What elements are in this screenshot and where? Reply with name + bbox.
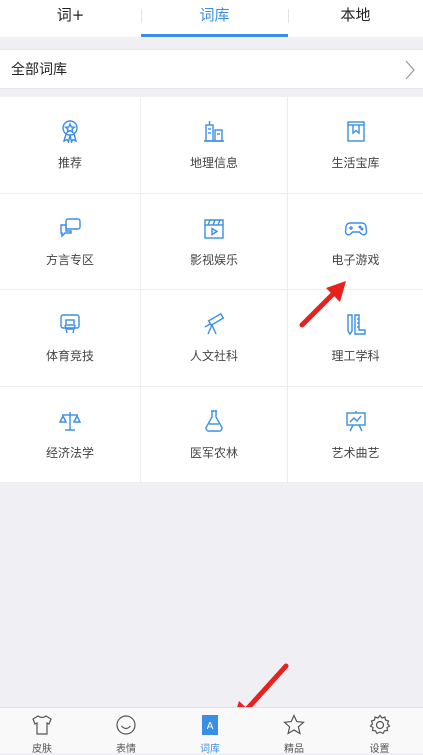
- category-grid: 推荐 地理信息 生活宝库 方言专区 影视娱乐 电子游戏 体育竞技 人文社科 理工…: [0, 97, 423, 483]
- all-dictionaries-label: 全部词库: [11, 62, 67, 78]
- tab-separator: [141, 9, 142, 23]
- category-economics-law[interactable]: 经济法学: [0, 386, 141, 483]
- gear-icon: [369, 714, 390, 735]
- bottom-tab-ciku[interactable]: A 词库: [168, 708, 252, 755]
- tab-ci-plus[interactable]: 词+: [0, 0, 141, 37]
- buildings-icon: [204, 121, 224, 142]
- category-label: 体育竞技: [45, 349, 94, 363]
- dictionary-icon: A: [202, 715, 218, 735]
- category-label: 艺术曲艺: [331, 445, 380, 460]
- category-sports[interactable]: 体育竞技: [0, 290, 141, 387]
- telescope-icon: [204, 312, 225, 335]
- category-label: 医军农林: [189, 445, 238, 460]
- bottom-tab-skin[interactable]: 皮肤: [0, 708, 84, 755]
- red-arrow-annotation: [299, 281, 346, 328]
- category-film[interactable]: 影视娱乐: [141, 193, 288, 290]
- category-label: 推荐: [57, 156, 82, 170]
- category-humanities[interactable]: 人文社科: [141, 290, 288, 387]
- speech-bubbles-icon: [60, 217, 81, 238]
- category-life[interactable]: 生活宝库: [288, 97, 423, 194]
- scales-icon: [58, 411, 82, 431]
- smiley-icon: [116, 715, 136, 735]
- category-label: 电子游戏: [331, 252, 380, 267]
- category-label: 影视娱乐: [189, 252, 238, 267]
- all-dictionaries-row[interactable]: 全部词库: [0, 49, 423, 89]
- category-label: 人文社科: [189, 349, 238, 363]
- tab-ciku[interactable]: 词库: [144, 0, 285, 37]
- clapperboard-icon: [204, 218, 224, 239]
- flask-icon: [205, 409, 223, 432]
- medal-icon: [62, 120, 78, 143]
- category-arts[interactable]: 艺术曲艺: [288, 387, 423, 483]
- category-label: 地理信息: [189, 156, 238, 170]
- gamepad-icon: [344, 221, 367, 235]
- category-dialect[interactable]: 方言专区: [0, 193, 141, 290]
- chevron-right-icon: [405, 60, 415, 80]
- category-label: 经济法学: [45, 445, 94, 460]
- tshirt-icon: [32, 715, 52, 735]
- category-label: 理工学科: [331, 349, 380, 363]
- category-label: 生活宝库: [331, 156, 380, 170]
- bottom-tab-bar: 皮肤 表情 A 词库 精品 设置: [0, 707, 423, 755]
- easel-icon: [345, 410, 366, 431]
- bottom-tab-premium[interactable]: 精品: [252, 708, 336, 755]
- tab-local[interactable]: 本地: [288, 0, 423, 37]
- basketball-hoop-icon: [60, 314, 80, 334]
- star-icon: [283, 714, 305, 735]
- svg-text:A: A: [207, 721, 214, 732]
- bookmark-icon: [346, 121, 365, 142]
- category-recommend[interactable]: 推荐: [0, 97, 141, 194]
- category-label: 方言专区: [45, 252, 94, 267]
- bottom-tab-emoji[interactable]: 表情: [84, 708, 168, 755]
- category-geography[interactable]: 地理信息: [141, 97, 288, 194]
- active-tab-indicator: [141, 34, 288, 37]
- bottom-tab-settings[interactable]: 设置: [336, 708, 423, 755]
- top-tab-bar: 词+ 词库 本地: [0, 0, 423, 37]
- category-medicine[interactable]: 医军农林: [141, 386, 288, 483]
